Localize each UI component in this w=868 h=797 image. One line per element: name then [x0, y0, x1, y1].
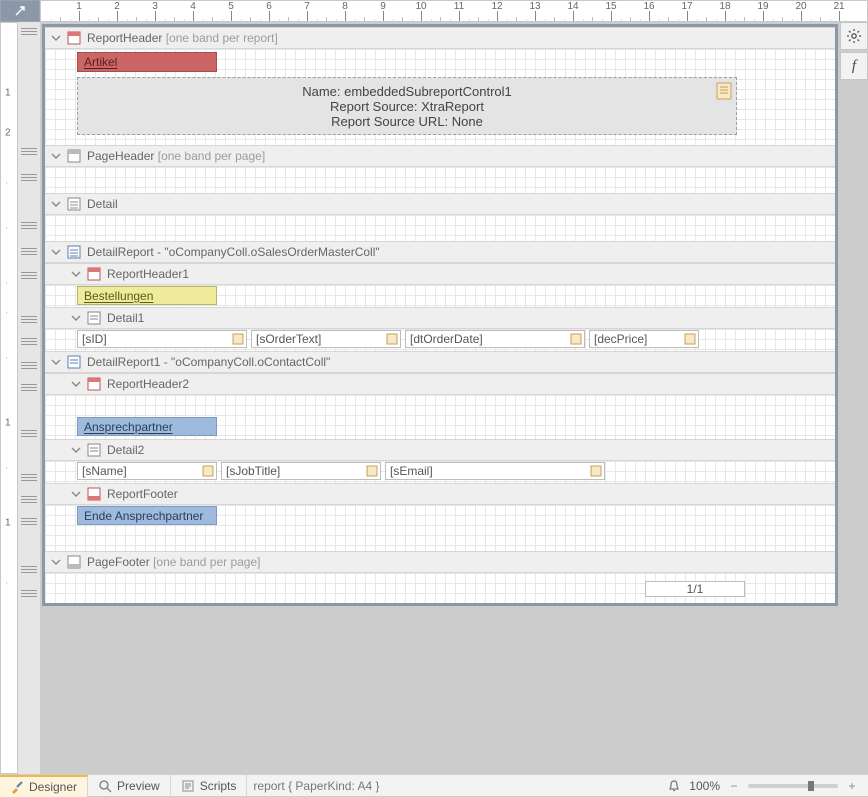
ruler-corner[interactable] [0, 0, 40, 22]
zoom-value: 100% [689, 779, 720, 793]
smart-tag-icon[interactable] [590, 465, 602, 477]
scripts-icon [181, 779, 195, 793]
zoom-slider[interactable] [748, 784, 838, 788]
chevron-down-icon [71, 489, 81, 499]
field-sName[interactable]: [sName] [77, 462, 217, 480]
field-decPrice[interactable]: [decPrice] [589, 330, 699, 348]
label-bestellungen[interactable]: Bestellungen [77, 286, 217, 305]
band-label: PageHeader [87, 149, 154, 163]
subreport-name: Name: embeddedSubreportControl1 [302, 84, 512, 99]
tab-preview[interactable]: Preview [88, 775, 171, 797]
band-header-detail[interactable]: Detail [45, 193, 835, 215]
gear-icon [846, 28, 862, 44]
band-label: DetailReport1 - "oCompanyColl.oContactCo… [87, 355, 330, 369]
tab-scripts[interactable]: Scripts [171, 775, 248, 797]
detail-report-icon [67, 355, 81, 369]
detail-icon [67, 197, 81, 211]
band-label: ReportHeader2 [107, 377, 189, 391]
zoom-in-button[interactable]: + [846, 779, 858, 793]
detail-report-icon [67, 245, 81, 259]
chevron-down-icon [51, 199, 61, 209]
tab-label: Designer [29, 780, 77, 794]
chevron-down-icon [51, 33, 61, 43]
band-header-detailreport1[interactable]: DetailReport1 - "oCompanyColl.oContactCo… [45, 351, 835, 373]
preview-icon [98, 779, 112, 793]
band-header-reportheader2[interactable]: ReportHeader2 [45, 373, 835, 395]
band-header-reportheader1[interactable]: ReportHeader1 [45, 263, 835, 285]
band-extra: [one band per report] [166, 31, 278, 45]
smart-tag-icon[interactable] [366, 465, 378, 477]
band-label: Detail2 [107, 443, 144, 457]
smart-tag-icon[interactable] [570, 333, 582, 345]
smart-tag-icon[interactable] [386, 333, 398, 345]
bell-icon[interactable] [667, 779, 681, 793]
tab-label: Scripts [200, 779, 237, 793]
band-header-reportheader[interactable]: ReportHeader [one band per report] [45, 27, 835, 49]
band-extra: [one band per page] [153, 555, 260, 569]
chevron-down-icon [51, 151, 61, 161]
band-header-detail1[interactable]: Detail1 [45, 307, 835, 329]
vertical-ruler[interactable]: 12·····1·1· [0, 22, 18, 774]
chevron-down-icon [51, 247, 61, 257]
field-sEmail[interactable]: [sEmail] [385, 462, 605, 480]
band-label: Detail1 [107, 311, 144, 325]
label-ende-ansprechpartner[interactable]: Ende Ansprechpartner [77, 506, 217, 525]
band-header-pageheader[interactable]: PageHeader [one band per page] [45, 145, 835, 167]
report-icon [87, 377, 101, 391]
subreport-source: Report Source: XtraReport [302, 99, 512, 114]
detail-icon [87, 443, 101, 457]
tab-designer[interactable]: Designer [0, 775, 88, 797]
smart-tag-icon[interactable] [684, 333, 696, 345]
subreport-control[interactable]: Name: embeddedSubreportControl1 Report S… [77, 77, 737, 135]
settings-button[interactable] [840, 22, 868, 50]
report-icon [87, 487, 101, 501]
band-label: PageFooter [87, 555, 150, 569]
formula-button[interactable]: f [840, 52, 868, 80]
zoom-out-button[interactable]: − [728, 779, 740, 793]
report-icon [67, 31, 81, 45]
band-label: ReportHeader1 [107, 267, 189, 281]
band-extra: [one band per page] [158, 149, 265, 163]
chevron-down-icon [71, 313, 81, 323]
chevron-down-icon [71, 379, 81, 389]
label-ansprechpartner[interactable]: Ansprechpartner [77, 417, 217, 436]
band-label: ReportHeader [87, 31, 162, 45]
chevron-down-icon [51, 357, 61, 367]
band-label: DetailReport - "oCompanyColl.oSalesOrder… [87, 245, 380, 259]
page-icon [67, 149, 81, 163]
subreport-url: Report Source URL: None [302, 114, 512, 129]
page-number-field[interactable]: 1/1 [645, 581, 745, 597]
band-header-pagefooter[interactable]: PageFooter [one band per page] [45, 551, 835, 573]
chevron-down-icon [71, 445, 81, 455]
field-sJobTitle[interactable]: [sJobTitle] [221, 462, 381, 480]
smart-tag-icon[interactable] [716, 82, 732, 100]
horizontal-ruler[interactable]: 123456789101112131415161718192021 [40, 0, 868, 22]
band-gutter [18, 22, 40, 774]
report-icon [87, 267, 101, 281]
band-label: ReportFooter [107, 487, 178, 501]
ruler-corner-icon [14, 5, 26, 17]
detail-icon [87, 311, 101, 325]
label-artikel[interactable]: Artikel [77, 52, 217, 72]
designer-icon [10, 780, 24, 794]
band-header-reportfooter[interactable]: ReportFooter [45, 483, 835, 505]
chevron-down-icon [51, 557, 61, 567]
field-sID[interactable]: [sID] [77, 330, 247, 348]
field-sOrderText[interactable]: [sOrderText] [251, 330, 401, 348]
band-header-detail2[interactable]: Detail2 [45, 439, 835, 461]
smart-tag-icon[interactable] [232, 333, 244, 345]
chevron-down-icon [71, 269, 81, 279]
band-label: Detail [87, 197, 118, 211]
function-icon: f [852, 58, 856, 75]
tab-label: Preview [117, 779, 160, 793]
smart-tag-icon[interactable] [202, 465, 214, 477]
report-design-surface[interactable]: ReportHeader [one band per report] Artik… [42, 24, 838, 606]
field-dtOrderDate[interactable]: [dtOrderDate] [405, 330, 585, 348]
band-header-detailreport[interactable]: DetailReport - "oCompanyColl.oSalesOrder… [45, 241, 835, 263]
status-text: report { PaperKind: A4 } [253, 779, 379, 793]
page-icon [67, 555, 81, 569]
